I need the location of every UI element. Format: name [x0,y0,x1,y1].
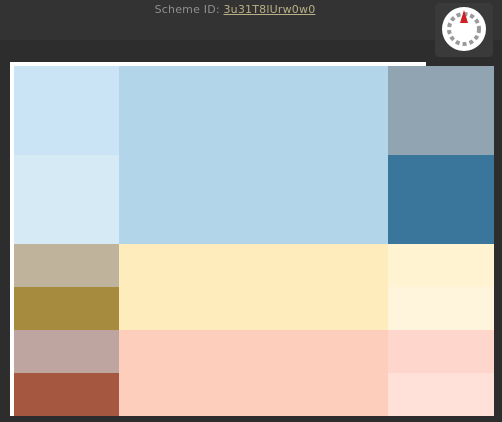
swatch-blue-pale[interactable] [14,155,119,244]
color-wheel-icon [442,7,486,51]
swatch-blue-light[interactable] [14,66,119,155]
swatch-salmon-pale[interactable] [388,373,494,416]
swatch-olive[interactable] [14,287,119,330]
swatch-salmon-light[interactable] [388,330,494,373]
color-scheme-preview [10,62,494,416]
swatch-blue-gray[interactable] [388,66,494,155]
top-bar: Scheme ID: 3u31T8lUrw0w0 [0,0,502,40]
scheme-id-link[interactable]: 3u31T8lUrw0w0 [223,3,315,16]
swatch-yellow-pale[interactable] [388,287,494,330]
color-wheel-button[interactable] [435,3,493,57]
scheme-id-label: Scheme ID: 3u31T8lUrw0w0 [0,3,470,16]
swatch-brick[interactable] [14,373,119,416]
swatch-rose-gray[interactable] [14,330,119,373]
swatch-tan[interactable] [14,244,119,287]
swatch-yellow-primary[interactable] [119,244,388,330]
swatch-blue-primary[interactable] [119,66,388,244]
swatch-yellow-light[interactable] [388,244,494,287]
scheme-id-prefix: Scheme ID: [154,3,224,16]
swatch-blue-dark[interactable] [388,155,494,244]
swatch-salmon-primary[interactable] [119,330,388,416]
